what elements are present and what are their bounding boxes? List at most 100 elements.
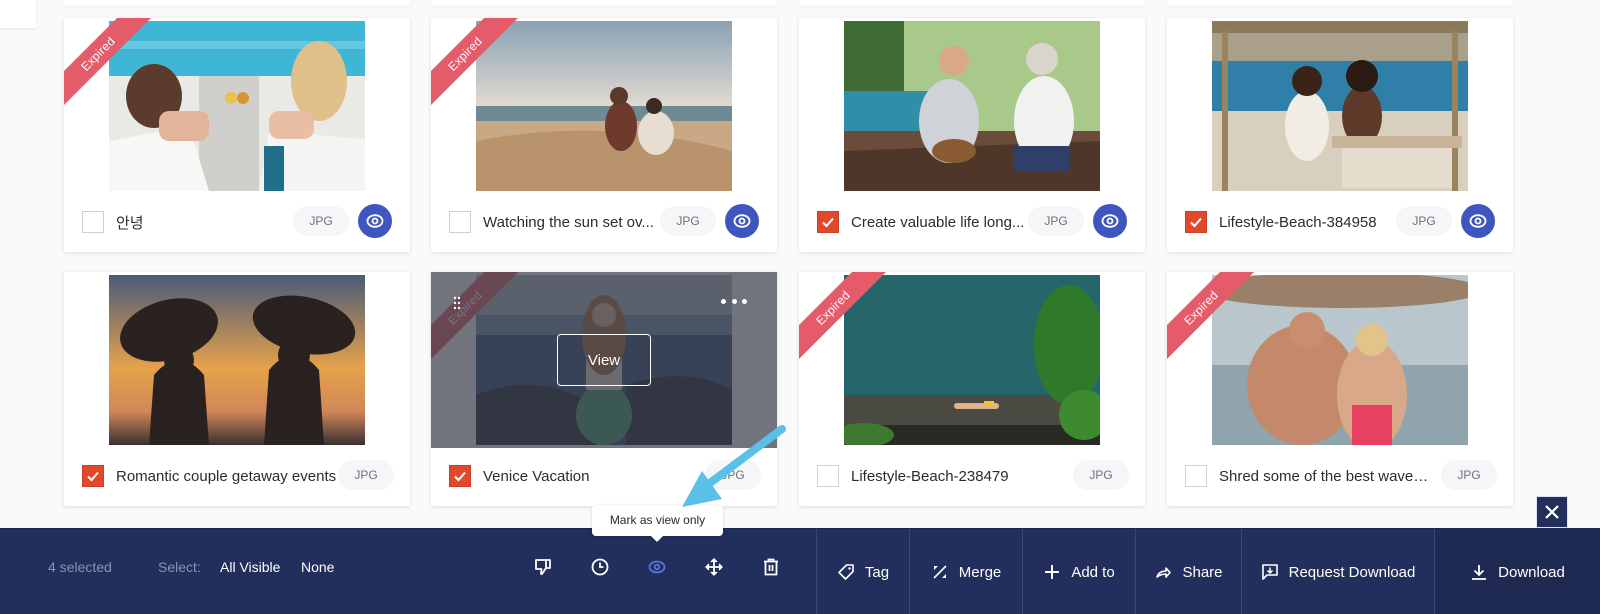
view-only-button[interactable] [358, 204, 392, 238]
previous-row-card-edge [431, 0, 777, 6]
close-icon [1545, 505, 1559, 519]
share-button[interactable]: Share [1135, 529, 1241, 614]
tag-icon [838, 564, 854, 580]
request-download-label: Request Download [1288, 563, 1416, 581]
asset-thumbnail[interactable] [844, 21, 1100, 191]
asset-title: 안녕 [116, 214, 144, 232]
dislike-button[interactable] [531, 555, 555, 579]
asset-grid-page: Expired 안녕 JPG Expired Watching the sun … [0, 0, 1600, 614]
mark-view-only-button[interactable] [645, 555, 669, 579]
view-only-button[interactable] [1461, 204, 1495, 238]
checkmark-icon [1190, 217, 1202, 228]
more-dot [721, 298, 726, 304]
asset-card[interactable]: Create valuable life long... JPG [799, 18, 1145, 252]
asset-title: Lifestyle-Beach-384958 [1219, 213, 1377, 231]
merge-button[interactable]: Merge [909, 529, 1022, 614]
more-dot [742, 298, 747, 304]
asset-title: Shred some of the best waves ... [1219, 467, 1434, 485]
download-button[interactable]: Download [1434, 529, 1600, 614]
merge-icon [933, 565, 947, 579]
select-checkbox[interactable] [449, 211, 471, 233]
asset-card-hovered[interactable]: Expired View Venice Vacation JPG [431, 272, 777, 506]
format-badge: JPG [660, 206, 716, 236]
asset-card[interactable]: Expired Lifestyle-Beach-238479 JPG [799, 272, 1145, 506]
asset-card[interactable]: Expired Watching the sun set ov... JPG [431, 18, 777, 252]
format-badge: JPG [1073, 460, 1129, 490]
request-download-button[interactable]: Request Download [1241, 529, 1434, 614]
view-only-button[interactable] [725, 204, 759, 238]
more-options-button[interactable] [721, 294, 747, 308]
asset-title: Lifestyle-Beach-238479 [851, 467, 1009, 485]
select-checkbox[interactable] [1185, 465, 1207, 487]
tooltip: Mark as view only [592, 505, 723, 542]
tag-button[interactable]: Tag [816, 529, 909, 614]
expired-ribbon: Expired [1167, 272, 1257, 362]
eye-icon [648, 560, 666, 574]
asset-thumbnail[interactable] [109, 275, 365, 445]
previous-row-card-edge [64, 0, 410, 6]
request-download-icon [1261, 564, 1278, 580]
select-checkbox[interactable] [82, 211, 104, 233]
eye-icon [1469, 214, 1487, 228]
format-badge: JPG [1028, 206, 1084, 236]
select-checkbox[interactable] [449, 465, 471, 487]
select-checkbox[interactable] [817, 465, 839, 487]
select-checkbox[interactable] [82, 465, 104, 487]
expired-ribbon: Expired [431, 18, 521, 108]
eye-icon [1101, 214, 1119, 228]
view-only-button[interactable] [1093, 204, 1127, 238]
asset-thumbnail[interactable] [1212, 21, 1468, 191]
format-badge: JPG [1441, 460, 1497, 490]
set-expiration-button[interactable] [588, 555, 612, 579]
asset-title: Watching the sun set ov... [483, 213, 654, 231]
hover-overlay: View [431, 272, 777, 448]
checkmark-icon [454, 471, 466, 482]
clock-icon [591, 558, 609, 576]
selected-count: 4 selected [48, 559, 112, 575]
partial-panel [0, 0, 36, 28]
asset-card[interactable]: Expired 안녕 JPG [64, 18, 410, 252]
expired-ribbon: Expired [799, 272, 889, 362]
thumbs-down-icon [535, 559, 551, 575]
asset-card[interactable]: Lifestyle-Beach-384958 JPG [1167, 18, 1513, 252]
drag-handle-icon[interactable] [453, 296, 461, 310]
format-badge: JPG [705, 460, 761, 490]
asset-title: Romantic couple getaway events [116, 467, 337, 485]
select-checkbox[interactable] [817, 211, 839, 233]
beach-table-photo [1212, 21, 1468, 191]
surf-silhouette-photo [109, 275, 365, 445]
select-none-link[interactable]: None [301, 559, 334, 575]
share-icon [1156, 567, 1172, 578]
format-badge: JPG [293, 206, 349, 236]
previous-row-card-edge [799, 0, 1145, 6]
download-label: Download [1498, 563, 1565, 581]
checkmark-icon [822, 217, 834, 228]
format-badge: JPG [338, 460, 394, 490]
select-checkbox[interactable] [1185, 211, 1207, 233]
merge-label: Merge [958, 563, 1002, 581]
trash-icon [764, 558, 778, 576]
delete-button[interactable] [759, 555, 783, 579]
plus-icon [1045, 565, 1060, 579]
format-badge: JPG [1396, 206, 1452, 236]
expired-ribbon: Expired [64, 18, 154, 108]
tag-label: Tag [864, 563, 890, 581]
download-icon [1472, 565, 1487, 580]
asset-card[interactable]: Romantic couple getaway events JPG [64, 272, 410, 506]
more-dot [731, 298, 737, 304]
elderly-couple-photo [844, 21, 1100, 191]
asset-title: Create valuable life long... [851, 213, 1025, 231]
asset-card[interactable]: Expired Shred some of the best waves ...… [1167, 272, 1513, 506]
checkmark-icon [87, 471, 99, 482]
select-all-visible-link[interactable]: All Visible [220, 559, 280, 575]
move-icon [705, 558, 723, 576]
eye-icon [366, 214, 384, 228]
bulk-action-bar: 4 selected Select: All Visible None Tag … [0, 528, 1600, 614]
move-button[interactable] [702, 555, 726, 579]
close-selection-button[interactable] [1536, 496, 1568, 528]
view-button[interactable]: View [557, 334, 651, 386]
previous-row-card-edge [1167, 0, 1513, 6]
select-label: Select: [158, 559, 201, 575]
add-to-button[interactable]: Add to [1022, 529, 1135, 614]
eye-icon [733, 214, 751, 228]
